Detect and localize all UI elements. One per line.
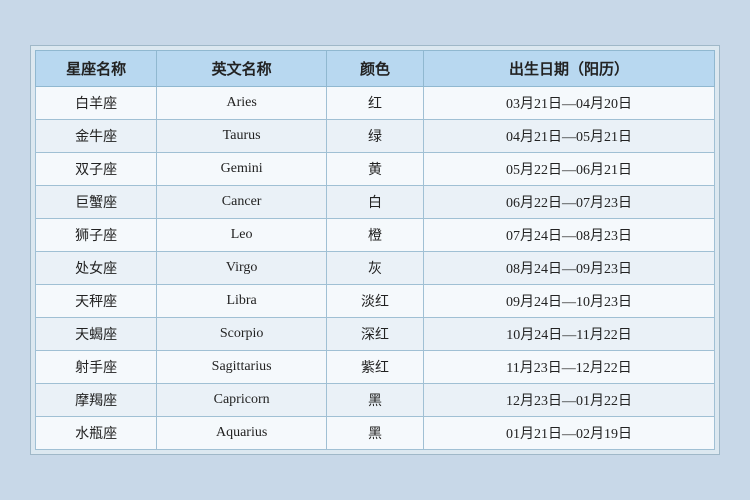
header-en: 英文名称 <box>157 51 327 87</box>
cell-date: 07月24日—08月23日 <box>424 219 715 252</box>
cell-color: 红 <box>327 87 424 120</box>
cell-en: Taurus <box>157 120 327 153</box>
cell-zh: 巨蟹座 <box>36 186 157 219</box>
table-row: 巨蟹座Cancer白06月22日—07月23日 <box>36 186 715 219</box>
cell-zh: 双子座 <box>36 153 157 186</box>
cell-color: 白 <box>327 186 424 219</box>
cell-zh: 金牛座 <box>36 120 157 153</box>
cell-date: 04月21日—05月21日 <box>424 120 715 153</box>
cell-color: 黑 <box>327 417 424 450</box>
header-date: 出生日期（阳历） <box>424 51 715 87</box>
cell-date: 09月24日—10月23日 <box>424 285 715 318</box>
cell-zh: 摩羯座 <box>36 384 157 417</box>
cell-color: 深红 <box>327 318 424 351</box>
table-row: 金牛座Taurus绿04月21日—05月21日 <box>36 120 715 153</box>
cell-zh: 水瓶座 <box>36 417 157 450</box>
cell-zh: 处女座 <box>36 252 157 285</box>
cell-en: Gemini <box>157 153 327 186</box>
cell-color: 淡红 <box>327 285 424 318</box>
cell-date: 12月23日—01月22日 <box>424 384 715 417</box>
cell-color: 灰 <box>327 252 424 285</box>
header-color: 颜色 <box>327 51 424 87</box>
cell-date: 11月23日—12月22日 <box>424 351 715 384</box>
table-row: 双子座Gemini黄05月22日—06月21日 <box>36 153 715 186</box>
cell-en: Cancer <box>157 186 327 219</box>
cell-en: Scorpio <box>157 318 327 351</box>
table-row: 水瓶座Aquarius黑01月21日—02月19日 <box>36 417 715 450</box>
cell-zh: 射手座 <box>36 351 157 384</box>
cell-en: Aries <box>157 87 327 120</box>
cell-en: Sagittarius <box>157 351 327 384</box>
cell-zh: 狮子座 <box>36 219 157 252</box>
cell-date: 10月24日—11月22日 <box>424 318 715 351</box>
cell-date: 03月21日—04月20日 <box>424 87 715 120</box>
table-body: 白羊座Aries红03月21日—04月20日金牛座Taurus绿04月21日—0… <box>36 87 715 450</box>
table-row: 白羊座Aries红03月21日—04月20日 <box>36 87 715 120</box>
zodiac-table-container: 星座名称 英文名称 颜色 出生日期（阳历） 白羊座Aries红03月21日—04… <box>30 45 720 455</box>
cell-color: 绿 <box>327 120 424 153</box>
cell-color: 黑 <box>327 384 424 417</box>
table-row: 天秤座Libra淡红09月24日—10月23日 <box>36 285 715 318</box>
cell-date: 01月21日—02月19日 <box>424 417 715 450</box>
cell-color: 紫红 <box>327 351 424 384</box>
cell-date: 05月22日—06月21日 <box>424 153 715 186</box>
cell-en: Leo <box>157 219 327 252</box>
cell-date: 08月24日—09月23日 <box>424 252 715 285</box>
table-header-row: 星座名称 英文名称 颜色 出生日期（阳历） <box>36 51 715 87</box>
cell-zh: 白羊座 <box>36 87 157 120</box>
cell-en: Virgo <box>157 252 327 285</box>
cell-en: Libra <box>157 285 327 318</box>
header-zh: 星座名称 <box>36 51 157 87</box>
cell-en: Aquarius <box>157 417 327 450</box>
zodiac-table: 星座名称 英文名称 颜色 出生日期（阳历） 白羊座Aries红03月21日—04… <box>35 50 715 450</box>
table-row: 处女座Virgo灰08月24日—09月23日 <box>36 252 715 285</box>
cell-zh: 天蝎座 <box>36 318 157 351</box>
cell-color: 黄 <box>327 153 424 186</box>
cell-zh: 天秤座 <box>36 285 157 318</box>
table-row: 狮子座Leo橙07月24日—08月23日 <box>36 219 715 252</box>
cell-en: Capricorn <box>157 384 327 417</box>
table-row: 摩羯座Capricorn黑12月23日—01月22日 <box>36 384 715 417</box>
table-row: 天蝎座Scorpio深红10月24日—11月22日 <box>36 318 715 351</box>
cell-color: 橙 <box>327 219 424 252</box>
table-row: 射手座Sagittarius紫红11月23日—12月22日 <box>36 351 715 384</box>
cell-date: 06月22日—07月23日 <box>424 186 715 219</box>
